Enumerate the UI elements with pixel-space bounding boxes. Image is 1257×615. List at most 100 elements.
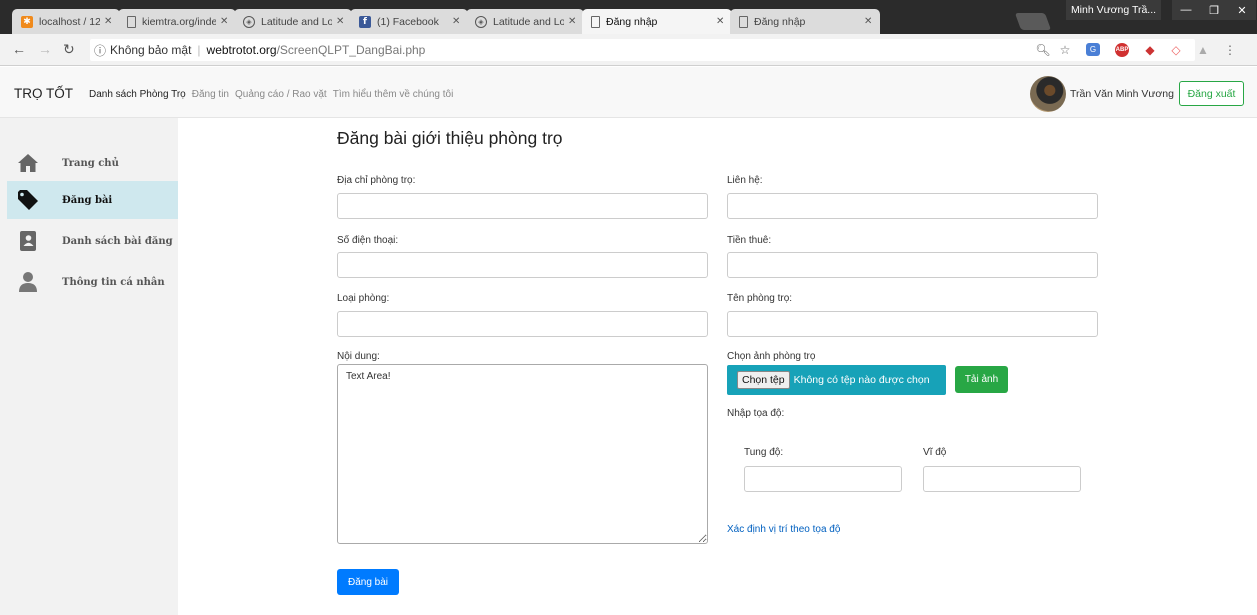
divider: | [197,43,201,57]
tab-title: Đăng nhập [606,15,658,28]
submit-post-button[interactable]: Đăng bài [337,569,399,595]
home-icon [17,152,39,174]
rent-input[interactable] [727,252,1098,278]
sidebar-item-label: Thông tin cá nhân [62,276,165,288]
browser-tab-active[interactable]: Đăng nhập ✕ [582,9,732,34]
user-icon [17,271,39,293]
tab-title: localhost / 127.0.0 [39,15,100,28]
site-navbar: TRỌ TỐT Danh sách Phòng Trọ Đăng tin Quả… [0,67,1257,118]
sidebar-item-post-list[interactable]: Danh sách bài đăng [7,222,178,260]
sidebar-item-label: Danh sách bài đăng [62,235,173,247]
page-icon [127,15,136,28]
forward-icon[interactable]: → [38,41,52,57]
room-type-input[interactable] [337,311,708,337]
extension-icon[interactable]: ◆ [1142,42,1158,58]
extension-icon[interactable]: ▲ [1195,42,1211,58]
bookmark-star-icon[interactable]: ☆ [1057,42,1073,58]
url-domain: webtrotot.org [206,43,277,57]
phone-input[interactable] [337,252,708,278]
facebook-icon: f [359,15,371,28]
content-label: Nội dung: [337,351,380,362]
xampp-icon: ✱ [21,15,33,28]
close-icon[interactable]: ✕ [336,16,346,27]
browser-toolbar: ← → ↻ ⓘ Không bảo mật | webtrotot.org /S… [0,34,1257,66]
sidebar-item-profile[interactable]: Thông tin cá nhân [7,263,178,301]
adblock-extension-icon[interactable]: ABP [1115,43,1129,57]
browser-tab[interactable]: Đăng nhập ✕ [730,9,880,34]
tab-title: Latitude and Long [493,15,564,28]
close-icon[interactable]: ✕ [220,16,230,27]
site-nav-links: Danh sách Phòng Trọ Đăng tin Quảng cáo /… [89,89,459,100]
room-type-label: Loại phòng: [337,293,390,304]
rent-label: Tiền thuê: [727,235,772,246]
browser-tab[interactable]: ◈ Latitude and Long ✕ [466,9,584,34]
upload-image-button[interactable]: Tải ảnh [955,366,1008,393]
logout-button[interactable]: Đăng xuất [1179,81,1244,106]
compass-icon: ◈ [243,15,255,28]
sidebar-item-post[interactable]: Đăng bài [7,181,178,219]
room-name-label: Tên phòng trọ: [727,293,793,304]
choose-file-button[interactable]: Chọn tệp [737,371,790,389]
browser-tab-strip: ✱ localhost / 127.0.0 ✕ kiemtra.org/inde… [0,0,1257,34]
longitude-label: Tung độ: [744,447,784,458]
sidebar: Trang chủ Đăng bài Danh sách bài đăng Th… [0,118,178,615]
reload-icon[interactable]: ↻ [63,41,75,58]
maximize-icon[interactable]: ❐ [1200,0,1228,20]
compass-icon: ◈ [475,15,487,28]
window-close-icon[interactable]: ✕ [1228,0,1256,20]
extension-icon[interactable]: ◇ [1168,42,1184,58]
tab-title: (1) Facebook [377,15,439,28]
address-label: Địa chỉ phòng trọ: [337,175,416,186]
contact-label: Liên hệ: [727,175,763,186]
contact-book-icon [17,230,39,252]
user-name: Trần Văn Minh Vương [1070,88,1174,100]
address-bar[interactable]: ⓘ Không bảo mật | webtrotot.org /ScreenQ… [90,39,1195,61]
profile-chip[interactable]: Minh Vương Trầ... [1066,0,1161,20]
phone-label: Số điện thoại: [337,235,399,246]
latitude-input[interactable] [923,466,1081,492]
nav-link-room-list[interactable]: Danh sách Phòng Trọ [89,89,186,100]
zoom-icon[interactable]: 🔍︎ [1035,42,1051,58]
nav-link-ads[interactable]: Quảng cáo / Rao vặt [235,89,327,100]
room-name-input[interactable] [727,311,1098,337]
back-icon[interactable]: ← [12,41,26,57]
sidebar-item-label: Trang chủ [62,157,119,169]
close-icon[interactable]: ✕ [104,16,114,27]
avatar[interactable] [1030,76,1066,112]
new-tab-button[interactable] [1014,13,1052,30]
tag-icon [17,189,39,211]
latitude-label: Vĩ độ [923,447,947,458]
translate-extension-icon[interactable]: G [1086,43,1100,56]
tab-title: Đăng nhập [754,15,806,28]
menu-icon[interactable]: ⋮ [1222,42,1238,58]
tab-title: kiemtra.org/index [142,15,216,28]
security-label: Không bảo mật [110,43,192,57]
coordinates-label: Nhập tọa độ: [727,408,785,419]
page-title: Đăng bài giới thiệu phòng trọ [337,128,563,148]
browser-tab[interactable]: ◈ Latitude and Long ✕ [234,9,352,34]
info-icon[interactable]: ⓘ [94,42,106,59]
sidebar-item-home[interactable]: Trang chủ [7,144,178,182]
nav-link-about[interactable]: Tìm hiểu thêm về chúng tôi [333,89,454,100]
browser-tab[interactable]: kiemtra.org/index ✕ [118,9,236,34]
file-picker: Chọn tệp Không có tệp nào được chọn [727,365,946,395]
nav-link-post[interactable]: Đăng tin [192,89,229,100]
longitude-input[interactable] [744,466,902,492]
page-icon [739,15,748,28]
sidebar-item-label: Đăng bài [62,194,113,206]
file-status: Không có tệp nào được chọn [793,374,930,386]
address-input[interactable] [337,193,708,219]
close-icon[interactable]: ✕ [864,16,874,27]
tab-title: Latitude and Long [261,15,332,28]
content-textarea[interactable]: Text Area! [337,364,708,544]
minimize-icon[interactable]: — [1172,0,1200,20]
close-icon[interactable]: ✕ [716,16,726,27]
contact-input[interactable] [727,193,1098,219]
browser-tab[interactable]: ✱ localhost / 127.0.0 ✕ [12,9,120,34]
locate-by-coordinates-link[interactable]: Xác định vị trí theo tọa độ [727,524,840,535]
site-brand[interactable]: TRỌ TỐT [14,86,73,101]
close-icon[interactable]: ✕ [568,16,578,27]
image-label: Chọn ảnh phòng trọ [727,351,816,362]
close-icon[interactable]: ✕ [452,16,462,27]
browser-tab[interactable]: f (1) Facebook ✕ [350,9,468,34]
